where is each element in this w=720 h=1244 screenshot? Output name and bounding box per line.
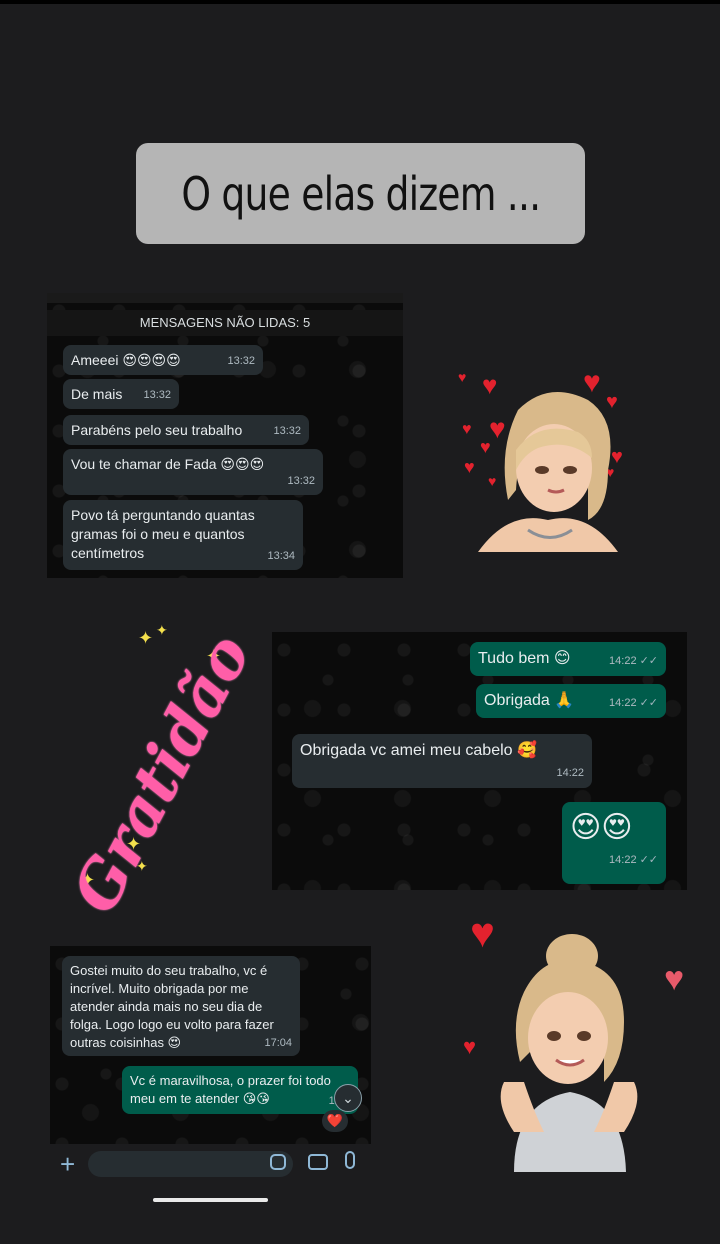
- sticker-icon[interactable]: [270, 1154, 286, 1170]
- top-bar: [0, 0, 720, 4]
- scroll-down-button[interactable]: ⌄: [334, 1084, 362, 1112]
- page-title: O que elas dizem ...: [181, 166, 541, 221]
- message-bubble: Tudo bem 😊 14:22 ✓✓: [470, 642, 666, 676]
- home-indicator[interactable]: [153, 1198, 268, 1202]
- chat-screenshot-2: Tudo bem 😊 14:22 ✓✓ Obrigada 🙏 14:22 ✓✓ Ob…: [272, 632, 687, 890]
- message-bubble: 😍😍 14:22 ✓✓: [562, 802, 666, 884]
- double-check-icon: ✓✓: [639, 854, 658, 866]
- chat-screenshot-3: Gostei muito do seu trabalho, vc é incrí…: [50, 946, 371, 1144]
- heart-icon: ♥: [458, 369, 467, 385]
- message-bubble: Povo tá perguntando quantas gramas foi o…: [63, 500, 303, 570]
- unread-banner: MENSAGENS NÃO LIDAS: 5: [47, 310, 403, 336]
- avatar-sticker-2: [500, 934, 638, 1172]
- gratidao-sticker: Gratidão: [58, 622, 265, 925]
- title-banner: O que elas dizem ...: [136, 143, 585, 244]
- double-check-icon: ✓✓: [639, 655, 658, 667]
- avatar-sticker-1: [478, 392, 618, 552]
- message-bubble: Ameeei 😍😍😍😍 13:32: [63, 345, 263, 375]
- sparkle-icon: ✦: [156, 622, 168, 638]
- camera-icon[interactable]: [308, 1154, 328, 1170]
- double-check-icon: ✓✓: [639, 697, 658, 709]
- message-bubble: Vou te chamar de Fada 😍😍😍 13:32: [63, 449, 323, 495]
- message-bubble: Vc é maravilhosa, o prazer foi todo meu …: [122, 1066, 358, 1114]
- message-bubble: Obrigada 🙏 14:22 ✓✓: [476, 684, 666, 718]
- sparkle-icon: ✦: [138, 628, 154, 648]
- chat-screenshot-1: MENSAGENS NÃO LIDAS: 5 Ameeei 😍😍😍😍 13:32…: [47, 293, 403, 578]
- heart-icon: ♥: [664, 960, 685, 998]
- microphone-icon[interactable]: [345, 1151, 355, 1169]
- message-bubble: Obrigada vc amei meu cabelo 🥰 14:22: [292, 734, 592, 788]
- message-input[interactable]: [88, 1151, 293, 1177]
- message-input-bar: +: [50, 1146, 370, 1182]
- chevron-down-icon: ⌄: [342, 1090, 354, 1106]
- reaction-badge: ❤️: [322, 1110, 348, 1132]
- message-bubble: De mais 13:32: [63, 379, 179, 409]
- message-bubble: Gostei muito do seu trabalho, vc é incrí…: [62, 956, 300, 1056]
- message-bubble: Parabéns pelo seu trabalho 13:32: [63, 415, 309, 445]
- plus-icon[interactable]: +: [60, 1149, 75, 1180]
